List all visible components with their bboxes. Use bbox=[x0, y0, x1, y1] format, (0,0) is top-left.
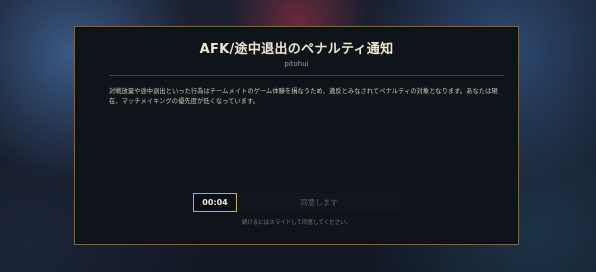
slide-hint: 続けるにはスライドして同意してください。 bbox=[241, 220, 352, 226]
agree-slider[interactable]: 同意します bbox=[237, 193, 401, 212]
agree-slider-label: 同意します bbox=[300, 198, 338, 207]
dialog-title: AFK/途中退出のペナルティ通知 bbox=[199, 42, 394, 57]
countdown-timer: 00:04 bbox=[193, 193, 237, 212]
divider bbox=[109, 75, 504, 76]
penalty-message: 対戦放棄や途中退出といった行為はチームメイトのゲーム体験を損なうため、違反とみな… bbox=[109, 88, 498, 105]
penalty-notice-dialog: AFK/途中退出のペナルティ通知 pitohui 対戦放棄や途中退出といった行為… bbox=[74, 26, 519, 245]
player-name: pitohui bbox=[284, 60, 309, 68]
